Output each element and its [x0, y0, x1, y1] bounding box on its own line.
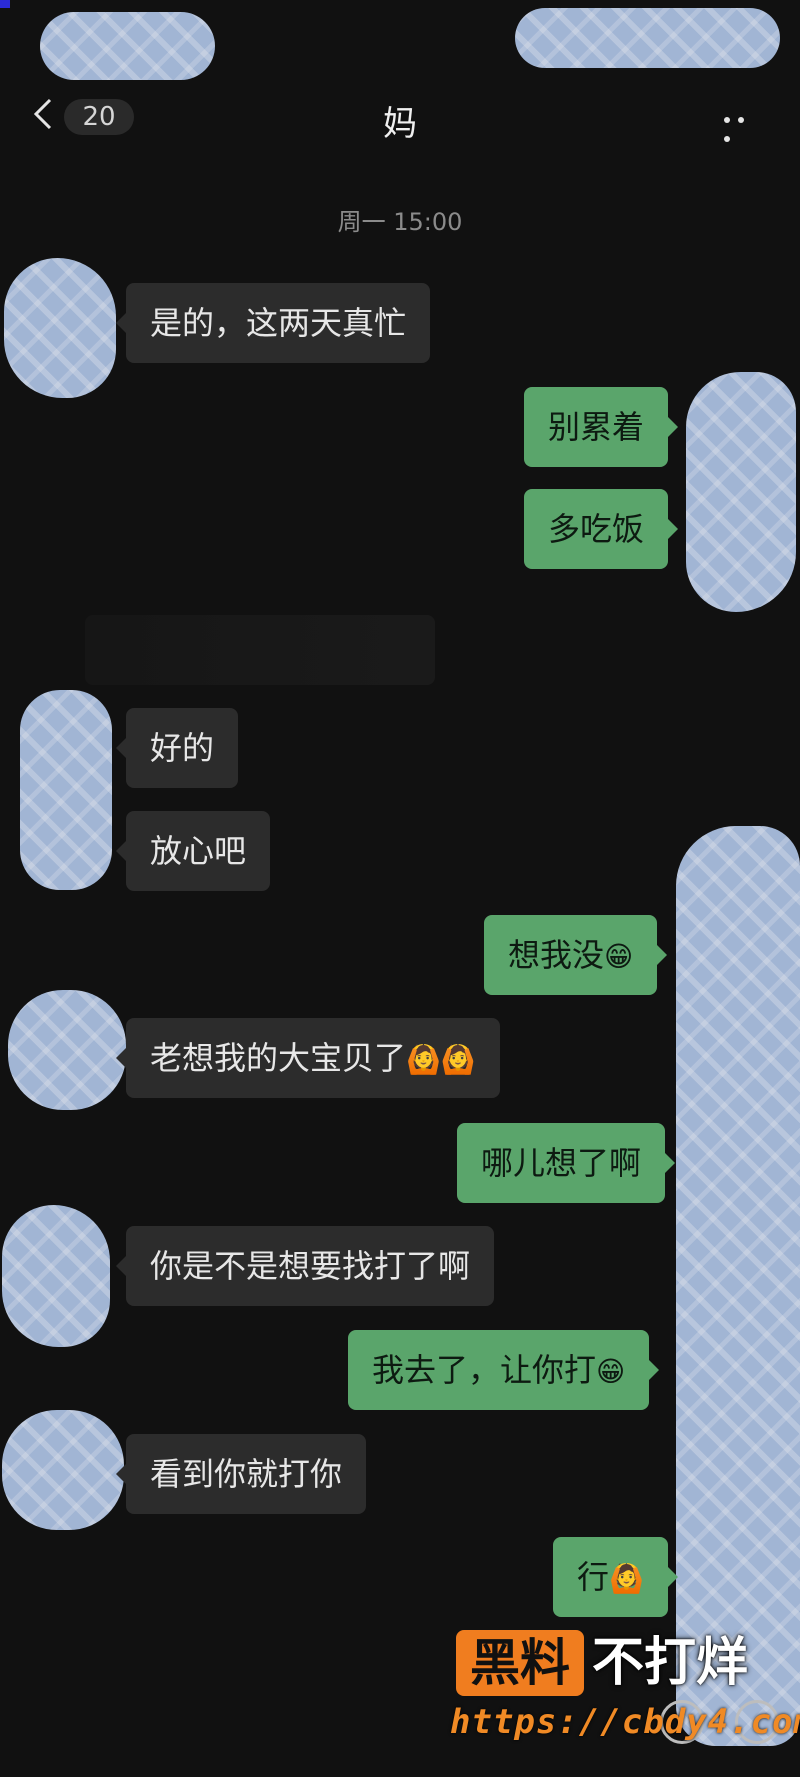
message-timestamp: 周一 15:00: [337, 208, 463, 236]
message-text: 是的，这两天真忙: [150, 304, 407, 342]
message-text: 哪儿想了啊: [481, 1144, 642, 1182]
avatar: [686, 372, 796, 612]
message-bubble[interactable]: 想我没😁: [484, 915, 668, 995]
message-bubble[interactable]: 看到你就打你: [115, 1434, 367, 1514]
message-text: 你是不是想要找打了啊: [150, 1247, 471, 1285]
message-bubble[interactable]: 老想我的大宝贝了🙆🙆: [116, 1018, 500, 1098]
watermark-logo: 黑料: [456, 1630, 584, 1696]
status-marker: [0, 0, 10, 8]
watermark-url: https://cbdy4.com: [450, 1702, 800, 1742]
message-bubble[interactable]: 你是不是想要找打了啊: [115, 1226, 495, 1306]
avatar: [2, 1410, 124, 1530]
avatar: [20, 690, 112, 890]
watermark: 黑料 不打烊 https://cbdy4.com: [450, 1628, 800, 1748]
message-bubble[interactable]: 别累着: [524, 387, 679, 467]
redaction-blob: [515, 8, 780, 68]
avatar: [4, 258, 116, 398]
chat-title: 妈: [383, 104, 417, 144]
avatar: [2, 1205, 110, 1347]
grin-emoji-icon: 😁: [604, 940, 634, 973]
message-bubble[interactable]: 是的，这两天真忙: [115, 283, 431, 363]
watermark-text: 不打烊: [592, 1633, 749, 1693]
message-bubble[interactable]: 多吃饭: [524, 489, 679, 569]
message-text: 行: [577, 1558, 610, 1596]
redaction-blob: [40, 12, 215, 80]
message-bubble[interactable]: 好的: [115, 708, 239, 788]
message-text: 老想我的大宝贝了: [150, 1039, 407, 1077]
message-text: 看到你就打你: [150, 1455, 343, 1493]
message-bubble[interactable]: 哪儿想了啊: [457, 1123, 676, 1203]
person-emoji-icon: 🙆🙆: [406, 1043, 476, 1076]
more-dots-icon[interactable]: [724, 108, 764, 142]
message-text: 我去了，让你打: [372, 1351, 597, 1389]
message-bubble[interactable]: 我去了，让你打😁: [348, 1330, 660, 1410]
avatar: [8, 990, 126, 1110]
message-text: 放心吧: [150, 832, 247, 870]
blurred-row: [85, 615, 435, 685]
message-text: 想我没: [508, 936, 605, 974]
chat-header: 20 妈: [0, 80, 800, 150]
person-emoji-icon: 🙆: [609, 1562, 644, 1595]
message-text: 多吃饭: [548, 510, 645, 548]
message-text: 好的: [150, 729, 215, 767]
message-bubble[interactable]: 放心吧: [115, 811, 271, 891]
grin-emoji-icon: 😁: [596, 1355, 626, 1388]
message-bubble[interactable]: 行🙆: [553, 1537, 678, 1617]
message-text: 别累着: [548, 408, 645, 446]
avatar: [676, 826, 800, 1746]
